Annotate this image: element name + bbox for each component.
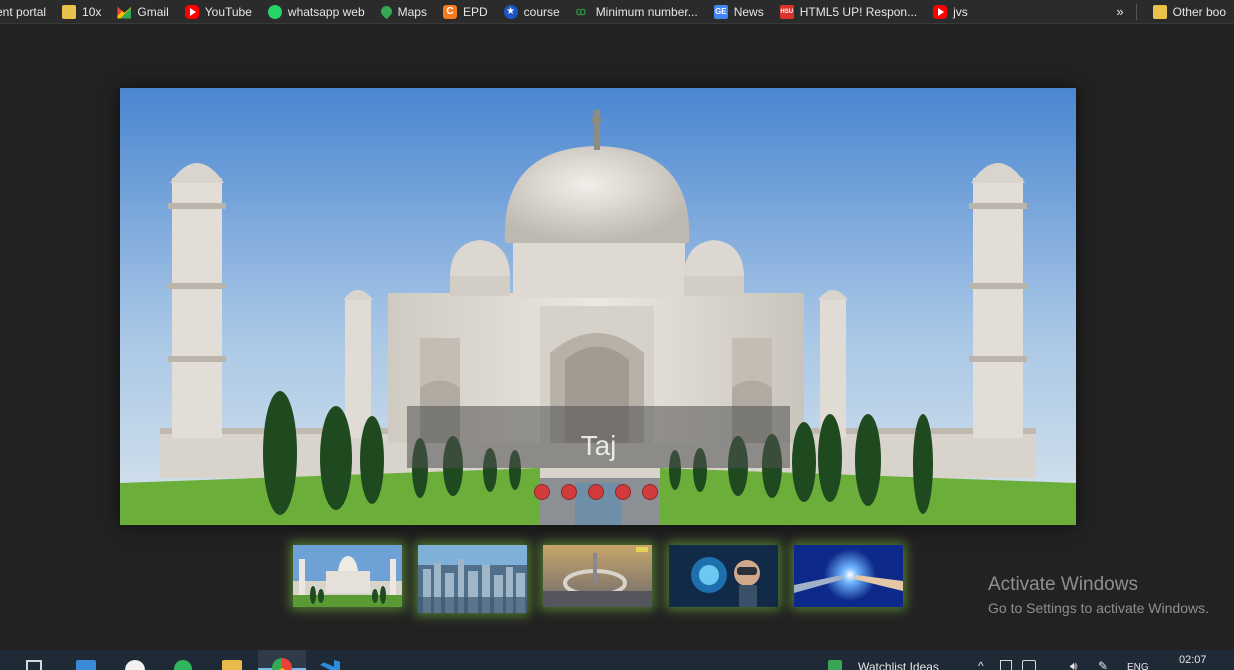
network-icon[interactable] <box>1022 660 1036 670</box>
bookmark-label: Maps <box>397 4 427 19</box>
robot-hand-thumbnail[interactable] <box>794 545 903 607</box>
bookmark-youtube[interactable]: YouTube <box>177 0 260 23</box>
bookmark-label: 10x <box>82 4 102 19</box>
slider-dot[interactable] <box>534 484 550 500</box>
bookmark-label: ent portal <box>0 4 47 19</box>
activate-windows-watermark: Activate Windows Go to Settings to activ… <box>988 574 1209 616</box>
bookmark-label: course <box>523 4 560 19</box>
activate-title: Activate Windows <box>988 574 1138 595</box>
bookmark-label: Other boo <box>1172 4 1226 19</box>
futuristic-city-thumbnail[interactable] <box>543 545 652 607</box>
bookmark-epd[interactable]: C EPD <box>435 0 496 23</box>
taskbar-app-label[interactable]: Watchlist Ideas <box>858 660 939 670</box>
epd-icon: C <box>442 4 457 19</box>
maps-icon <box>378 3 394 20</box>
slider-dot[interactable] <box>615 484 631 500</box>
bookmark-label: jvs <box>953 4 968 19</box>
hsu-icon: HSU <box>779 4 794 19</box>
bookmarks-overflow-button[interactable]: » <box>1108 4 1129 19</box>
language-indicator[interactable]: ENG <box>1127 662 1149 670</box>
volume-icon[interactable]: 🔊︎ <box>1070 659 1078 670</box>
bookmark-label: whatsapp web <box>287 4 365 19</box>
bookmark-ent-portal[interactable]: ent portal <box>0 0 54 23</box>
store-icon[interactable] <box>76 660 96 670</box>
slider-dot[interactable] <box>561 484 577 500</box>
bookmark-label: Minimum number... <box>595 4 698 19</box>
city-skyline-thumbnail[interactable] <box>418 545 527 613</box>
vr-technology-thumbnail[interactable] <box>669 545 778 607</box>
slider-dot[interactable] <box>588 484 604 500</box>
bookmark-gmail[interactable]: Gmail <box>109 0 176 23</box>
taj-mahal-thumbnail[interactable] <box>293 545 402 607</box>
bookmark-label: Gmail <box>137 4 169 19</box>
vscode-icon[interactable] <box>320 660 340 670</box>
watchlist-app-icon[interactable] <box>828 660 842 670</box>
bookmark-news[interactable]: GE News <box>706 0 772 23</box>
green-app-icon[interactable] <box>174 660 192 670</box>
gmail-icon <box>117 6 132 19</box>
slider-dots <box>534 484 658 500</box>
bookmark-label: YouTube <box>204 4 252 19</box>
bookmark-label: News <box>733 4 764 19</box>
bookmarks-bar: ent portal 10x Gmail YouTube whatsapp we… <box>0 0 1234 24</box>
bookmark-html5up[interactable]: HSU HTML5 UP! Respon... <box>772 0 925 23</box>
bookmark-other-bookmarks[interactable]: Other boo <box>1145 0 1234 23</box>
image-slider: Taj <box>120 88 1076 525</box>
slide-caption: Taj <box>407 406 790 468</box>
youtube-icon <box>933 4 948 19</box>
folder-icon <box>1152 4 1167 19</box>
file-explorer-icon[interactable] <box>222 660 242 670</box>
pen-icon[interactable]: ✎ <box>1098 659 1108 670</box>
paint-icon[interactable] <box>125 660 145 670</box>
whatsapp-icon <box>267 4 282 19</box>
bookmark-10x[interactable]: 10x <box>54 0 109 23</box>
chevron-up-icon[interactable]: ^ <box>978 659 984 670</box>
activate-subtitle: Go to Settings to activate Windows. <box>988 600 1209 616</box>
bookmarks-divider <box>1135 3 1137 20</box>
bookmark-minimum-number[interactable]: ꭃ Minimum number... <box>568 0 706 23</box>
bookmark-course[interactable]: ★ course <box>496 0 568 23</box>
bookmark-label: HTML5 UP! Respon... <box>799 4 918 19</box>
bookmark-jvs[interactable]: jvs <box>925 0 976 23</box>
bookmark-whatsapp[interactable]: whatsapp web <box>260 0 373 23</box>
star-icon: ★ <box>503 4 518 19</box>
slider-dot[interactable] <box>642 484 658 500</box>
bookmark-label: EPD <box>462 4 488 19</box>
youtube-icon <box>184 4 199 19</box>
gfg-icon: ꭃ <box>575 5 587 18</box>
taskbar: Watchlist Ideas ^ 🔊︎ ✎ ENG 02:07 <box>0 650 1234 670</box>
battery-icon[interactable] <box>1000 660 1012 670</box>
news-icon: GE <box>713 4 728 19</box>
bookmark-maps[interactable]: Maps <box>373 0 435 23</box>
task-view-icon[interactable] <box>26 660 42 670</box>
thumbnail-strip <box>293 545 913 613</box>
clock-time[interactable]: 02:07 <box>1179 654 1207 666</box>
folder-icon <box>62 4 77 19</box>
